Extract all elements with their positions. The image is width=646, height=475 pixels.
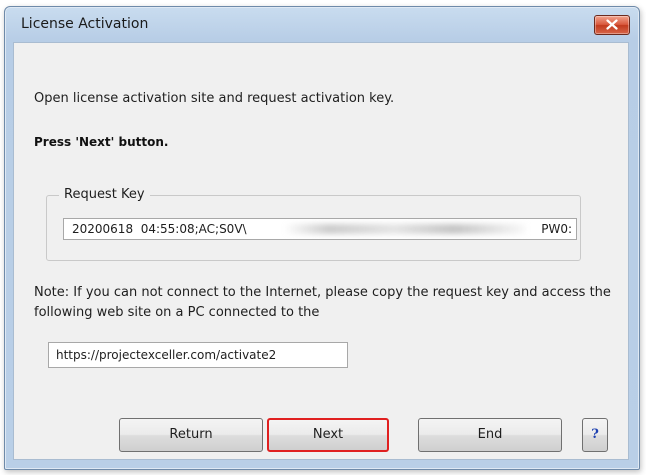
end-button[interactable]: End: [418, 418, 562, 452]
dialog-body: Open license activation site and request…: [13, 42, 629, 460]
help-button[interactable]: ?: [582, 418, 608, 452]
request-key-value-end: PW0:: [541, 222, 572, 236]
activation-url-field[interactable]: https://projectexceller.com/activate2: [48, 342, 348, 368]
instruction-bold-text: Press 'Next' button.: [34, 135, 169, 149]
request-key-value-start: 20200618 04:55:08;AC;S0V\: [72, 222, 247, 236]
request-key-label: Request Key: [59, 187, 150, 202]
window-title: License Activation: [21, 16, 149, 32]
note-text: Note: If you can not connect to the Inte…: [34, 285, 611, 320]
close-x-icon: [606, 19, 618, 30]
instruction-text: Open license activation site and request…: [34, 91, 395, 106]
next-button[interactable]: Next: [267, 418, 389, 452]
redacted-blur: [286, 224, 526, 234]
return-button[interactable]: Return: [119, 418, 263, 452]
request-key-group: Request Key 20200618 04:55:08;AC;S0V\ PW…: [46, 187, 581, 261]
close-button[interactable]: [594, 15, 630, 35]
request-key-field[interactable]: 20200618 04:55:08;AC;S0V\ PW0:: [63, 218, 577, 240]
title-bar[interactable]: License Activation: [5, 7, 639, 41]
